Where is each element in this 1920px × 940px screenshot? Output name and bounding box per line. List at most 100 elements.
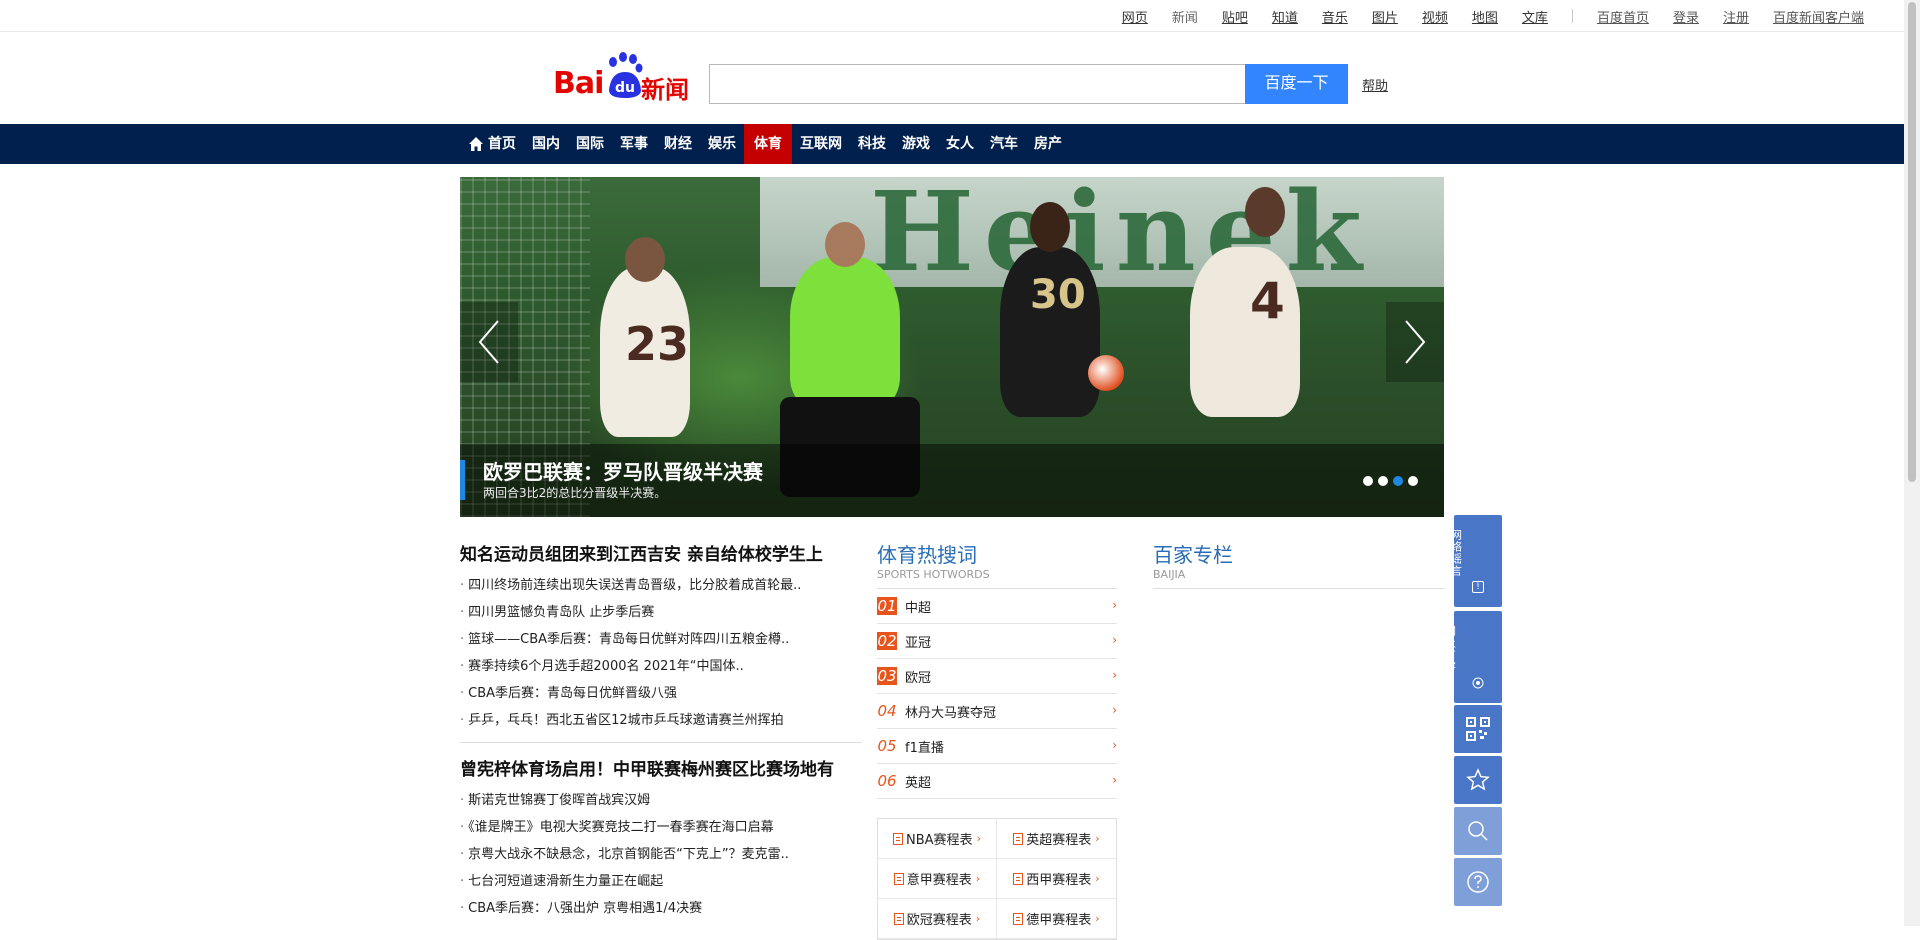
topnav-news[interactable]: 新闻 (1172, 7, 1198, 26)
schedule-link-ucl[interactable]: 欧冠赛程表 › (878, 899, 997, 938)
player-30-head (1030, 202, 1070, 252)
carousel-title[interactable]: 欧罗巴联赛：罗马队晋级半决赛 (483, 456, 763, 485)
schedule-label: 意甲赛程表 (906, 873, 972, 888)
topnav-divider (1571, 9, 1573, 23)
document-icon (1013, 912, 1024, 925)
hotword-item[interactable]: 02 亚冠 › (877, 624, 1117, 659)
search-input[interactable] (709, 64, 1245, 104)
news-item[interactable]: 赛季持续6个月选手超2000名 2021年“中国体.. (460, 653, 862, 680)
search-button[interactable]: 百度一下 (1245, 64, 1348, 104)
schedule-links: NBA赛程表 › 英超赛程表 › 意甲赛程表 › 西甲赛程表 › 欧冠赛程表 › 德甲赛程… (877, 818, 1117, 940)
nav-auto[interactable]: 汽车 (982, 124, 1026, 164)
hotwords-title: 体育热搜词 (877, 543, 977, 567)
schedule-link-nba[interactable]: NBA赛程表 › (878, 819, 997, 858)
baijia-title[interactable]: 百家专栏 (1153, 542, 1444, 568)
nav-sports[interactable]: 体育 (744, 124, 792, 164)
document-icon (1013, 832, 1024, 845)
page-scrollbar[interactable] (1904, 0, 1920, 926)
nav-entertainment[interactable]: 娱乐 (700, 124, 744, 164)
jersey-number-4: 4 (1250, 272, 1285, 330)
topnav-zhidao[interactable]: 知道 (1272, 7, 1298, 26)
topnav-web[interactable]: 网页 (1122, 7, 1148, 26)
carousel-caption[interactable]: 欧罗巴联赛：罗马队晋级半决赛 两回合3比2的总比分晋级半决赛。 (460, 444, 1444, 517)
topnav-tieba[interactable]: 贴吧 (1222, 7, 1248, 26)
news-item[interactable]: 乒乒，乓乓！西北五省区12城市乒乓球邀请赛兰州挥拍 (460, 707, 862, 734)
topnav-login[interactable]: 登录 (1673, 7, 1699, 26)
news-item[interactable]: 篮球——CBA季后赛：青岛每日优鲜对阵四川五粮金樽.. (460, 626, 862, 653)
nav-internet[interactable]: 互联网 (792, 124, 850, 164)
nav-international[interactable]: 国际 (568, 124, 612, 164)
topnav-music[interactable]: 音乐 (1322, 7, 1348, 26)
schedule-link-laliga[interactable]: 西甲赛程表 › (997, 859, 1116, 898)
help-link[interactable]: 帮助 (1362, 75, 1388, 94)
hotword-text: 英超 (905, 775, 932, 791)
nav-military[interactable]: 军事 (612, 124, 656, 164)
hotword-item[interactable]: 01 中超 › (877, 589, 1117, 624)
headline-carousel[interactable]: Heinek 23 30 4 欧罗巴联赛：罗马队晋级半决赛 两回合3比2的总比分… (460, 177, 1444, 517)
channel-nav: 首页 国内 国际 军事 财经 娱乐 体育 互联网 科技 游戏 女人 汽车 房产 (0, 124, 1904, 164)
nav-finance[interactable]: 财经 (656, 124, 700, 164)
carousel-prev-button[interactable] (460, 302, 518, 382)
help-side-button[interactable] (1454, 858, 1502, 906)
carousel-dot-1[interactable] (1363, 476, 1373, 486)
search-side-button[interactable] (1454, 807, 1502, 855)
news-list-2: 斯诺克世锦赛丁俊晖首战宾汉姆 《谁是牌王》电视大奖赛竞技二打一春季赛在海口启幕 … (460, 787, 862, 922)
news-item[interactable]: 《谁是牌王》电视大奖赛竞技二打一春季赛在海口启幕 (460, 814, 862, 841)
scrollbar-thumb[interactable] (1908, 2, 1916, 482)
nav-games[interactable]: 游戏 (894, 124, 938, 164)
hotword-rank: 05 (877, 737, 897, 755)
topnav-news-app[interactable]: 百度新闻客户端 (1773, 7, 1864, 26)
schedule-link-epl[interactable]: 英超赛程表 › (997, 819, 1116, 858)
document-icon (893, 832, 904, 845)
nav-domestic[interactable]: 国内 (524, 124, 568, 164)
schedule-label: 德甲赛程表 (1026, 913, 1092, 928)
carousel-dot-4[interactable] (1408, 476, 1418, 486)
carousel-dot-2[interactable] (1378, 476, 1388, 486)
topnav-register[interactable]: 注册 (1723, 7, 1749, 26)
top-nav: 网页 新闻 贴吧 知道 音乐 图片 视频 地图 文库 百度首页 登录 注册 百度… (1098, 7, 1864, 26)
carousel-dot-3[interactable] (1393, 476, 1403, 486)
news-headline-1[interactable]: 知名运动员组团来到江西吉安 亲自给体校学生上 (460, 542, 862, 568)
news-headline-2[interactable]: 曾宪梓体育场启用！中甲联赛梅州赛区比赛场地有 (460, 757, 862, 783)
topnav-wenku[interactable]: 文库 (1522, 7, 1548, 26)
chevron-right-icon: › (1095, 832, 1100, 845)
schedule-label: 西甲赛程表 (1026, 873, 1092, 888)
hotword-item[interactable]: 03 欧冠 › (877, 659, 1117, 694)
nav-home[interactable]: 首页 (460, 124, 524, 164)
hotword-item[interactable]: 05 f1直播 › (877, 729, 1117, 764)
search-icon (1468, 821, 1488, 841)
news-item[interactable]: CBA季后赛：青岛每日优鲜晋级八强 (460, 680, 862, 707)
harmful-info-report-button[interactable]: 信息举报 网上有害 (1429, 611, 1502, 703)
news-item[interactable]: 斯诺克世锦赛丁俊晖首战宾汉姆 (460, 787, 862, 814)
topnav-map[interactable]: 地图 (1472, 7, 1498, 26)
carousel-next-button[interactable] (1386, 302, 1444, 382)
nav-home-label: 首页 (488, 136, 516, 152)
topnav-baidu-home[interactable]: 百度首页 (1597, 7, 1649, 26)
report-icon (1472, 677, 1484, 689)
hotword-item[interactable]: 04 林丹大马赛夺冠 › (877, 694, 1117, 729)
news-item[interactable]: 京粤大战永不缺悬念，北京首钢能否“下克上”？麦克雷.. (460, 841, 862, 868)
chevron-right-icon: › (1112, 773, 1117, 787)
hotword-item[interactable]: 06 英超 › (877, 764, 1117, 799)
baidu-news-logo[interactable]: Bai du 新闻 (553, 52, 693, 104)
news-item[interactable]: CBA季后赛：八强出炉 京粤相遇1/4决赛 (460, 895, 862, 922)
topnav-video[interactable]: 视频 (1422, 7, 1448, 26)
news-item[interactable]: 四川男篮憾负青岛队 止步季后赛 (460, 599, 862, 626)
news-item[interactable]: 四川终场前连续出现失误送青岛晋级，比分胶着成首轮最.. (460, 572, 862, 599)
nav-house[interactable]: 房产 (1026, 124, 1070, 164)
logo-du-text: du (615, 80, 635, 96)
rumor-exposure-button[interactable]: 曝光台 网络谣言 ! (1435, 515, 1502, 607)
news-item[interactable]: 七台河短道速滑新生力量正在崛起 (460, 868, 862, 895)
schedule-link-bundesliga[interactable]: 德甲赛程表 › (997, 899, 1116, 938)
favorite-button[interactable] (1454, 756, 1502, 804)
side-text-col: 网上有害 (1443, 625, 1457, 673)
hotword-rank: 04 (877, 702, 897, 720)
nav-tech[interactable]: 科技 (850, 124, 894, 164)
hotword-rank: 01 (877, 597, 897, 615)
schedule-link-seriea[interactable]: 意甲赛程表 › (878, 859, 997, 898)
news-column: 知名运动员组团来到江西吉安 亲自给体校学生上 四川终场前连续出现失误送青岛晋级，… (460, 542, 862, 922)
qr-code-button[interactable] (1454, 705, 1502, 753)
chevron-right-icon: › (976, 832, 981, 845)
topnav-images[interactable]: 图片 (1372, 7, 1398, 26)
nav-women[interactable]: 女人 (938, 124, 982, 164)
